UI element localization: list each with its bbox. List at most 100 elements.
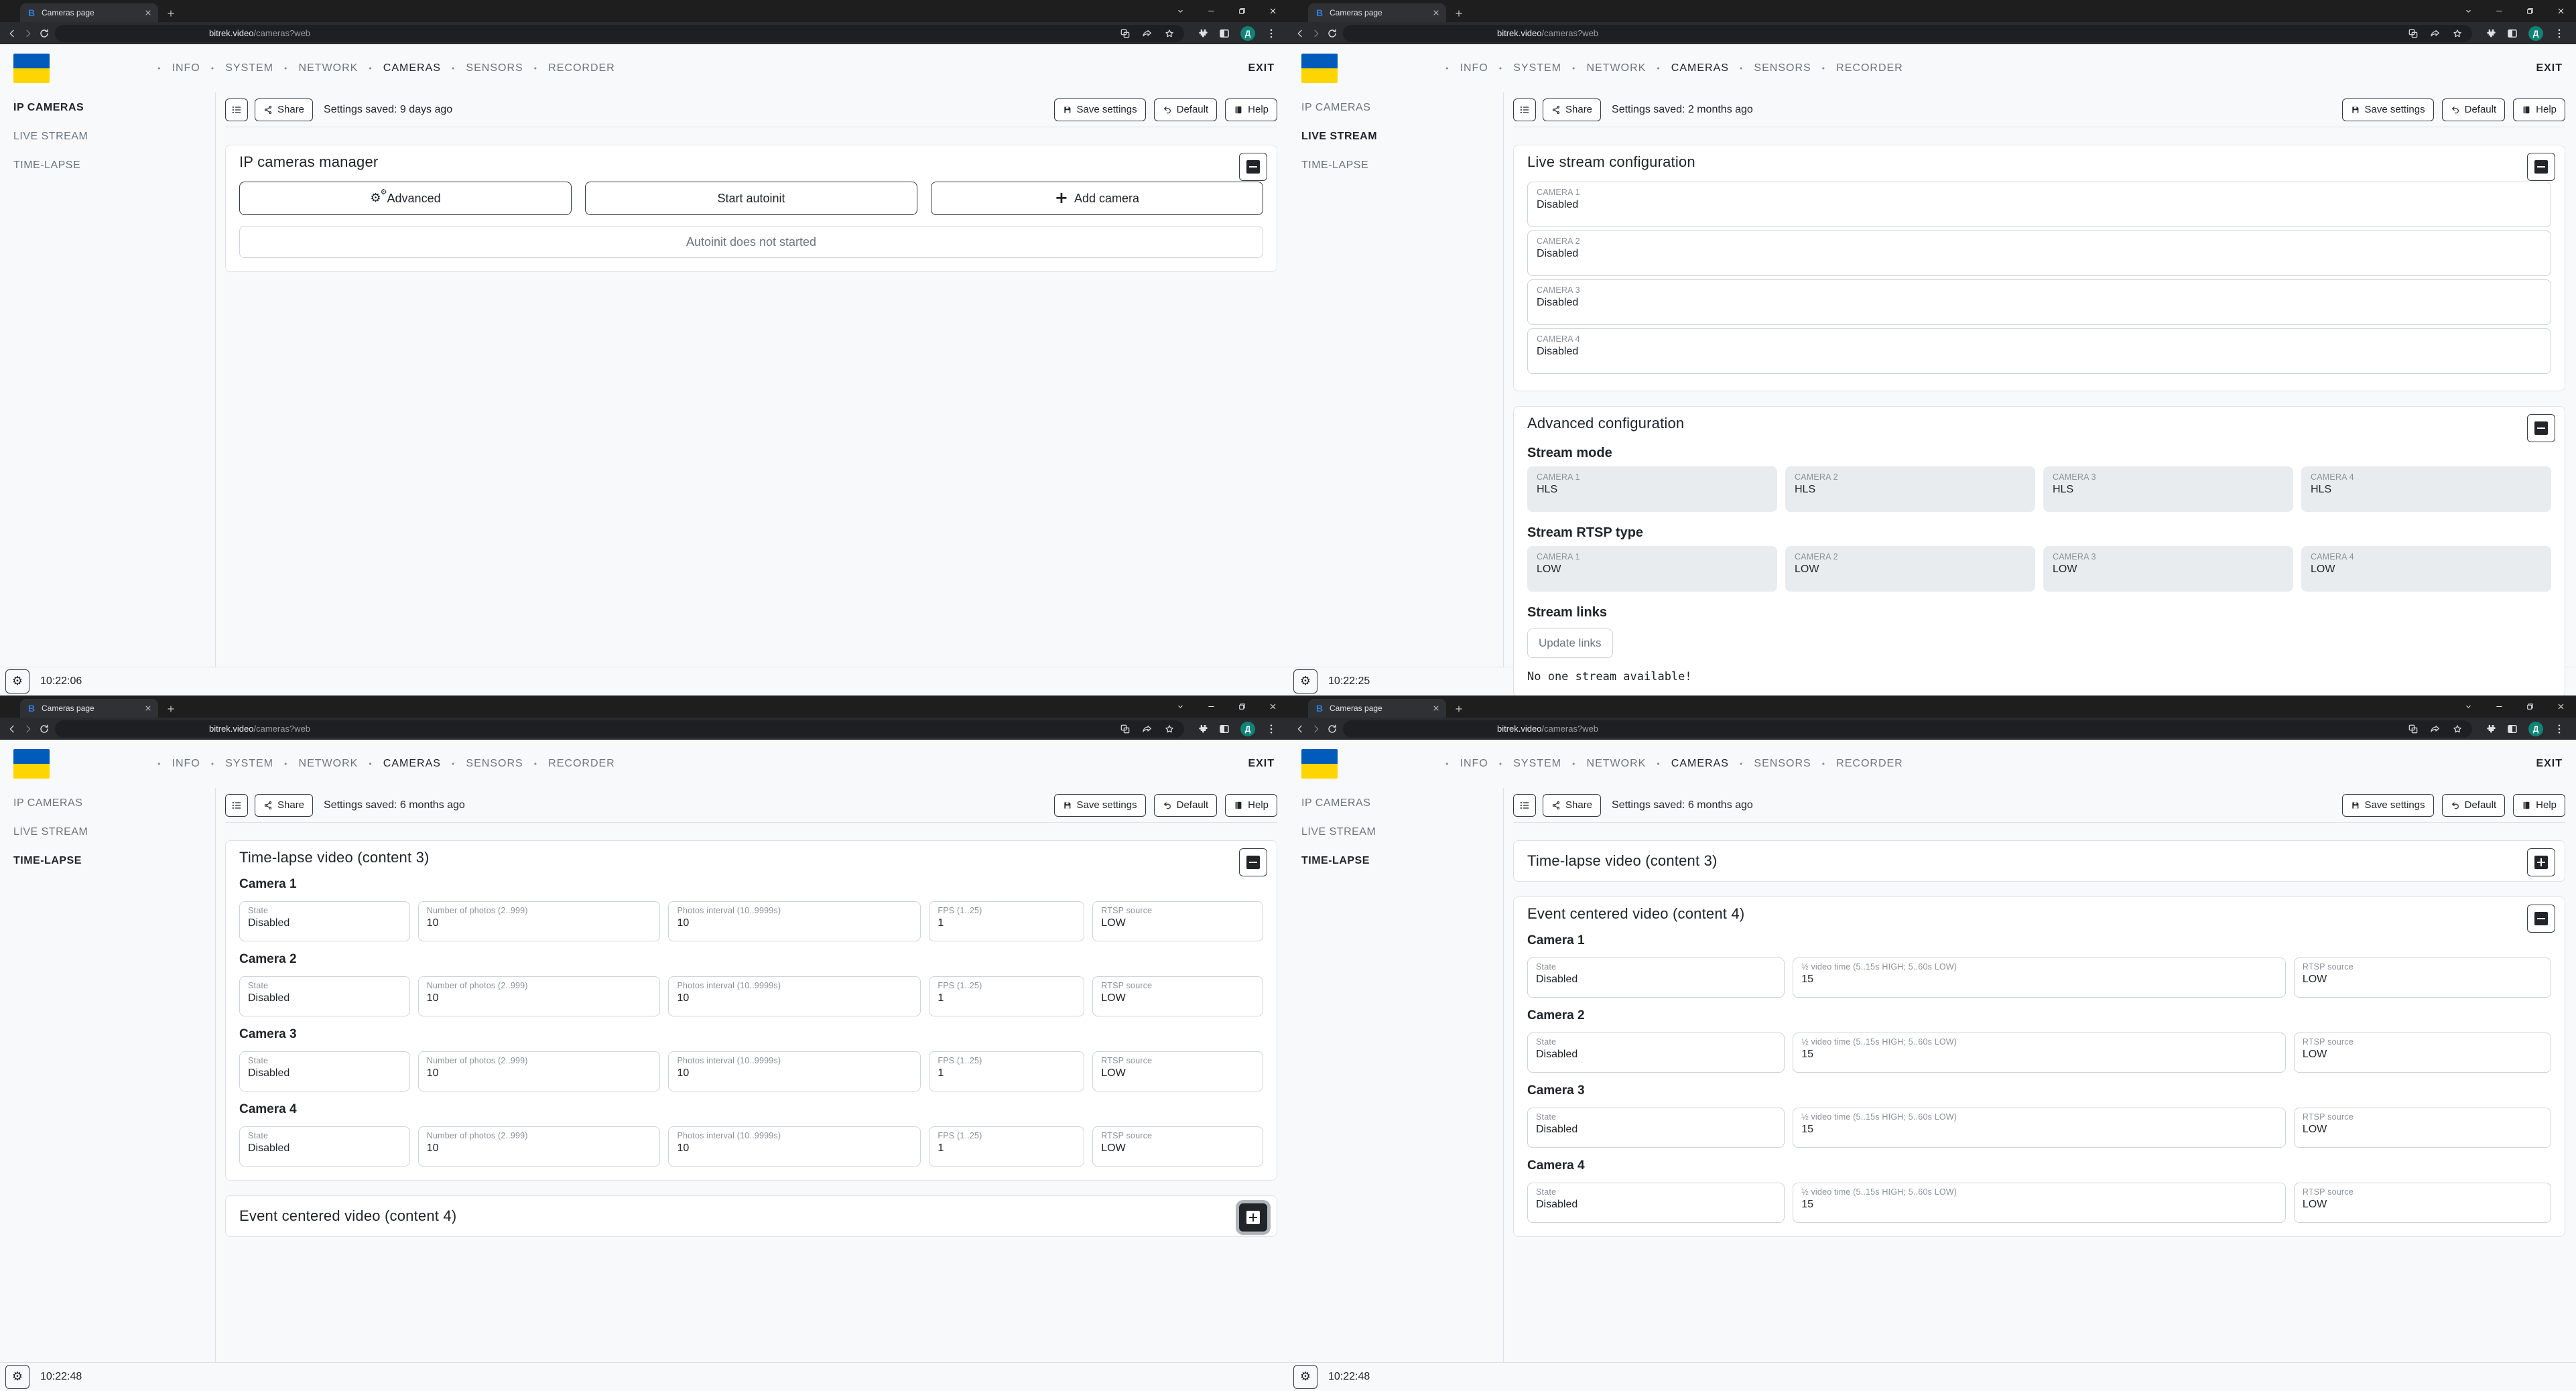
restore-button[interactable] (1226, 696, 1257, 718)
translate-button[interactable] (1120, 28, 1131, 39)
expand-panel-button[interactable] (1239, 1203, 1267, 1232)
exit-link[interactable]: EXIT (2536, 62, 2563, 74)
sidebar-item-live-stream[interactable]: LIVE STREAM (1301, 826, 1503, 838)
fps-1-25-field[interactable]: FPS (1..25)1 (929, 976, 1084, 1016)
back-button[interactable] (7, 28, 17, 39)
reload-button[interactable] (1327, 724, 1338, 734)
close-window-button[interactable] (2545, 0, 2576, 22)
share-button[interactable]: Share (255, 794, 313, 817)
profile-button[interactable]: Д (2528, 722, 2543, 736)
tab-search-button[interactable] (2453, 0, 2484, 22)
address-bar[interactable]: bitrek.video/cameras?web (1343, 25, 2472, 42)
nav-item-cameras[interactable]: CAMERAS (383, 758, 441, 770)
update-links-button[interactable]: Update links (1527, 628, 1613, 658)
nav-item-recorder[interactable]: RECORDER (1836, 758, 1903, 770)
minimize-button[interactable] (1196, 0, 1226, 22)
close-window-button[interactable] (1257, 0, 1288, 22)
exit-link[interactable]: EXIT (1248, 758, 1275, 770)
advanced-button[interactable]: ⚙⚙Advanced (239, 182, 572, 215)
exit-link[interactable]: EXIT (1248, 62, 1275, 74)
nav-item-system[interactable]: SYSTEM (1513, 62, 1561, 74)
profile-button[interactable]: Д (1240, 722, 1255, 736)
collapse-panel-button[interactable] (1239, 848, 1267, 876)
menu-button[interactable] (225, 98, 248, 121)
sidebar-item-time-lapse[interactable]: TIME-LAPSE (1301, 159, 1503, 172)
tab-close-button[interactable] (144, 704, 152, 712)
new-tab-button[interactable] (1454, 9, 1464, 18)
settings-gear-button[interactable]: ⚙ (5, 1365, 29, 1389)
new-tab-button[interactable] (1454, 704, 1464, 714)
bookmark-button[interactable] (2452, 724, 2463, 734)
nav-item-info[interactable]: INFO (172, 62, 200, 74)
menu-button[interactable] (1513, 98, 1536, 121)
rtsp-source-field[interactable]: RTSP sourceLOW (1092, 1051, 1263, 1091)
share-button[interactable]: Share (1543, 98, 1601, 121)
nav-item-network[interactable]: NETWORK (1587, 758, 1647, 770)
save-settings-button[interactable]: Save settings (1054, 794, 1146, 817)
video-time-5-15s-high-5-60s-low-field[interactable]: ½ video time (5..15s HIGH; 5..60s LOW)15 (1793, 1183, 2286, 1223)
sidebar-item-time-lapse[interactable]: TIME-LAPSE (1301, 855, 1503, 867)
close-window-button[interactable] (2545, 696, 2576, 718)
state-field[interactable]: StateDisabled (1527, 1033, 1785, 1073)
browser-tab[interactable]: BCameras page (1308, 699, 1446, 718)
nav-item-info[interactable]: INFO (1460, 62, 1488, 74)
tab-close-button[interactable] (144, 9, 152, 17)
add-camera-button[interactable]: +Add camera (931, 182, 1263, 215)
menu-button[interactable] (1513, 794, 1536, 817)
profile-button[interactable]: Д (2528, 26, 2543, 41)
camera-2-field[interactable]: CAMERA 2Disabled (1527, 230, 2551, 276)
tab-search-button[interactable] (1165, 0, 1196, 22)
split-screen-button[interactable] (1218, 723, 1230, 735)
profile-button[interactable]: Д (1240, 26, 1255, 41)
camera-1-field[interactable]: CAMERA 1Disabled (1527, 182, 2551, 227)
back-button[interactable] (1295, 28, 1305, 39)
tab-search-button[interactable] (1165, 696, 1196, 718)
number-of-photos-2-999-field[interactable]: Number of photos (2..999)10 (418, 1126, 661, 1167)
state-field[interactable]: StateDisabled (1527, 957, 1785, 998)
nav-item-info[interactable]: INFO (172, 758, 200, 770)
sidebar-item-time-lapse[interactable]: TIME-LAPSE (13, 855, 215, 867)
help-button[interactable]: Help (1225, 98, 1277, 121)
bookmark-button[interactable] (2452, 28, 2463, 39)
sidebar-item-ip-cameras[interactable]: IP CAMERAS (13, 797, 215, 809)
help-button[interactable]: Help (1225, 794, 1277, 817)
camera-4-field[interactable]: CAMERA 4Disabled (1527, 328, 2551, 374)
save-settings-button[interactable]: Save settings (1054, 98, 1146, 121)
collapse-panel-button[interactable] (2527, 414, 2555, 442)
translate-button[interactable] (2408, 28, 2419, 39)
nav-item-system[interactable]: SYSTEM (225, 62, 273, 74)
settings-gear-button[interactable]: ⚙ (5, 669, 29, 693)
start-autoinit-button[interactable]: Start autoinit (585, 182, 917, 215)
share-button[interactable]: Share (1543, 794, 1601, 817)
address-bar[interactable]: bitrek.video/cameras?web (55, 720, 1184, 738)
nav-item-sensors[interactable]: SENSORS (466, 62, 523, 74)
reload-button[interactable] (1327, 28, 1338, 39)
rtsp-source-field[interactable]: RTSP sourceLOW (2294, 1183, 2551, 1223)
rtsp-source-field[interactable]: RTSP sourceLOW (1092, 901, 1263, 941)
collapse-panel-button[interactable] (1239, 153, 1267, 181)
nav-item-cameras[interactable]: CAMERAS (1671, 62, 1729, 74)
minimize-button[interactable] (1196, 696, 1226, 718)
rtsp-source-field[interactable]: RTSP sourceLOW (2294, 1033, 2551, 1073)
video-time-5-15s-high-5-60s-low-field[interactable]: ½ video time (5..15s HIGH; 5..60s LOW)15 (1793, 957, 2286, 998)
save-settings-button[interactable]: Save settings (2342, 794, 2434, 817)
settings-gear-button[interactable]: ⚙ (1293, 1365, 1317, 1389)
help-button[interactable]: Help (2513, 98, 2565, 121)
nav-item-system[interactable]: SYSTEM (1513, 758, 1561, 770)
nav-item-cameras[interactable]: CAMERAS (1671, 758, 1729, 770)
sidebar-item-live-stream[interactable]: LIVE STREAM (13, 131, 215, 143)
video-time-5-15s-high-5-60s-low-field[interactable]: ½ video time (5..15s HIGH; 5..60s LOW)15 (1793, 1033, 2286, 1073)
extensions-button[interactable] (2484, 27, 2496, 40)
nav-item-sensors[interactable]: SENSORS (1754, 758, 1811, 770)
settings-gear-button[interactable]: ⚙ (1293, 669, 1317, 693)
new-tab-button[interactable] (166, 704, 176, 714)
collapse-panel-button[interactable] (2527, 905, 2555, 933)
number-of-photos-2-999-field[interactable]: Number of photos (2..999)10 (418, 1051, 661, 1091)
browser-menu-button[interactable] (1265, 27, 1277, 40)
collapse-panel-button[interactable] (2527, 153, 2555, 181)
tab-close-button[interactable] (1432, 704, 1440, 712)
menu-button[interactable] (225, 794, 248, 817)
restore-button[interactable] (2514, 696, 2545, 718)
nav-item-recorder[interactable]: RECORDER (548, 758, 615, 770)
reload-button[interactable] (39, 28, 50, 39)
